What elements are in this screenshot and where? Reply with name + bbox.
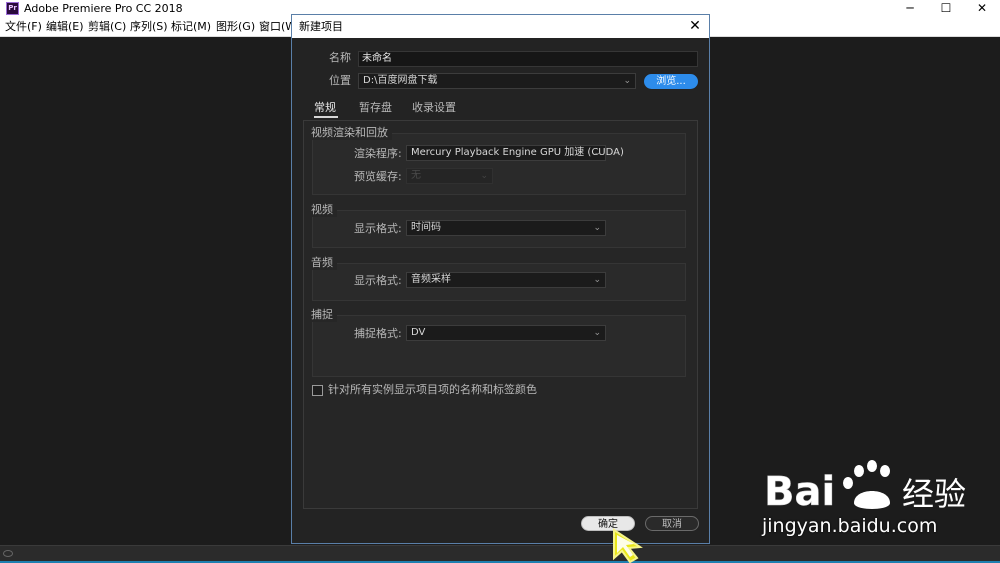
menu-marker[interactable]: 标记(M) [171, 20, 211, 34]
video-rendering-title: 视频渲染和回放 [311, 126, 392, 140]
renderer-dropdown[interactable]: Mercury Playback Engine GPU 加速 (CUDA) ⌄ [406, 145, 624, 161]
tab-general[interactable]: 常规 [314, 101, 336, 115]
capture-title: 捕捉 [311, 308, 337, 322]
name-label: 名称 [329, 51, 351, 64]
video-display-format-label: 显示格式: [354, 222, 402, 235]
video-display-format-dropdown[interactable]: 时间码 ⌄ [406, 220, 606, 236]
audio-title: 音频 [311, 256, 337, 270]
watermark-url: jingyan.baidu.com [762, 515, 938, 537]
tab-ingest-settings[interactable]: 收录设置 [412, 101, 456, 115]
general-settings-panel: 视频渲染和回放 渲染程序: Mercury Playback Engine GP… [303, 120, 698, 509]
audio-display-format-value: 音频采样 [411, 274, 451, 285]
video-rendering-group [312, 133, 686, 195]
video-title: 视频 [311, 203, 337, 217]
menu-file[interactable]: 文件(F) [5, 20, 42, 34]
chevron-down-icon: ⌄ [593, 148, 601, 158]
active-tab-indicator [314, 116, 338, 118]
renderer-label: 渲染程序: [354, 147, 402, 160]
chevron-down-icon: ⌄ [623, 76, 631, 86]
dialog-title: 新建项目 [299, 20, 343, 33]
chevron-down-icon: ⌄ [593, 275, 601, 285]
preview-cache-value: 无 [411, 170, 421, 181]
dialog-titlebar: 新建项目 ✕ [292, 15, 709, 38]
menu-sequence[interactable]: 序列(S) [130, 20, 168, 34]
audio-display-format-dropdown[interactable]: 音频采样 ⌄ [406, 272, 606, 288]
chevron-down-icon: ⌄ [593, 223, 601, 233]
capture-format-dropdown[interactable]: DV ⌄ [406, 325, 606, 341]
tab-scratch-disks[interactable]: 暂存盘 [359, 101, 392, 115]
close-icon[interactable]: ✕ [685, 16, 705, 36]
location-label: 位置 [329, 74, 351, 87]
show-label-colors-label[interactable]: 针对所有实例显示项目项的名称和标签颜色 [328, 383, 537, 397]
svg-text:经验: 经验 [902, 475, 966, 513]
location-value: D:\百度网盘下载 [363, 75, 438, 86]
location-dropdown[interactable]: D:\百度网盘下载 ⌄ [358, 73, 636, 89]
preview-cache-label: 预览缓存: [354, 170, 402, 183]
eye-icon[interactable] [3, 550, 13, 557]
maximize-button[interactable]: ☐ [928, 0, 964, 17]
status-bar [0, 545, 1000, 563]
capture-format-label: 捕捉格式: [354, 327, 402, 340]
menu-graphics[interactable]: 图形(G) [216, 20, 255, 34]
new-project-dialog: 新建项目 ✕ 名称 未命名 位置 D:\百度网盘下载 ⌄ 浏览... 常规 暂存… [291, 14, 710, 544]
browse-button[interactable]: 浏览... [644, 74, 698, 89]
capture-format-value: DV [411, 327, 426, 338]
app-title: Adobe Premiere Pro CC 2018 [24, 2, 183, 15]
menu-edit[interactable]: 编辑(E) [46, 20, 84, 34]
preview-cache-dropdown: 无 ⌄ [406, 168, 493, 184]
svg-text:Bai: Bai [764, 469, 835, 515]
chevron-down-icon: ⌄ [593, 328, 601, 338]
video-display-format-value: 时间码 [411, 222, 441, 233]
chevron-down-icon: ⌄ [480, 171, 488, 181]
minimize-button[interactable]: ─ [892, 0, 928, 17]
audio-display-format-label: 显示格式: [354, 274, 402, 287]
project-name-field[interactable]: 未命名 [358, 51, 698, 67]
menu-clip[interactable]: 剪辑(C) [88, 20, 126, 34]
close-window-button[interactable]: ✕ [964, 0, 1000, 17]
baidu-paw-logo-icon: Bai 经验 [764, 460, 966, 515]
premiere-logo-icon: Pr [6, 2, 19, 15]
baidu-jingyan-watermark: Bai 经验 jingyan.baidu.com [762, 455, 992, 545]
renderer-value: Mercury Playback Engine GPU 加速 (CUDA) [411, 147, 624, 158]
mouse-cursor-icon [613, 528, 643, 563]
show-label-colors-checkbox[interactable] [312, 385, 323, 396]
